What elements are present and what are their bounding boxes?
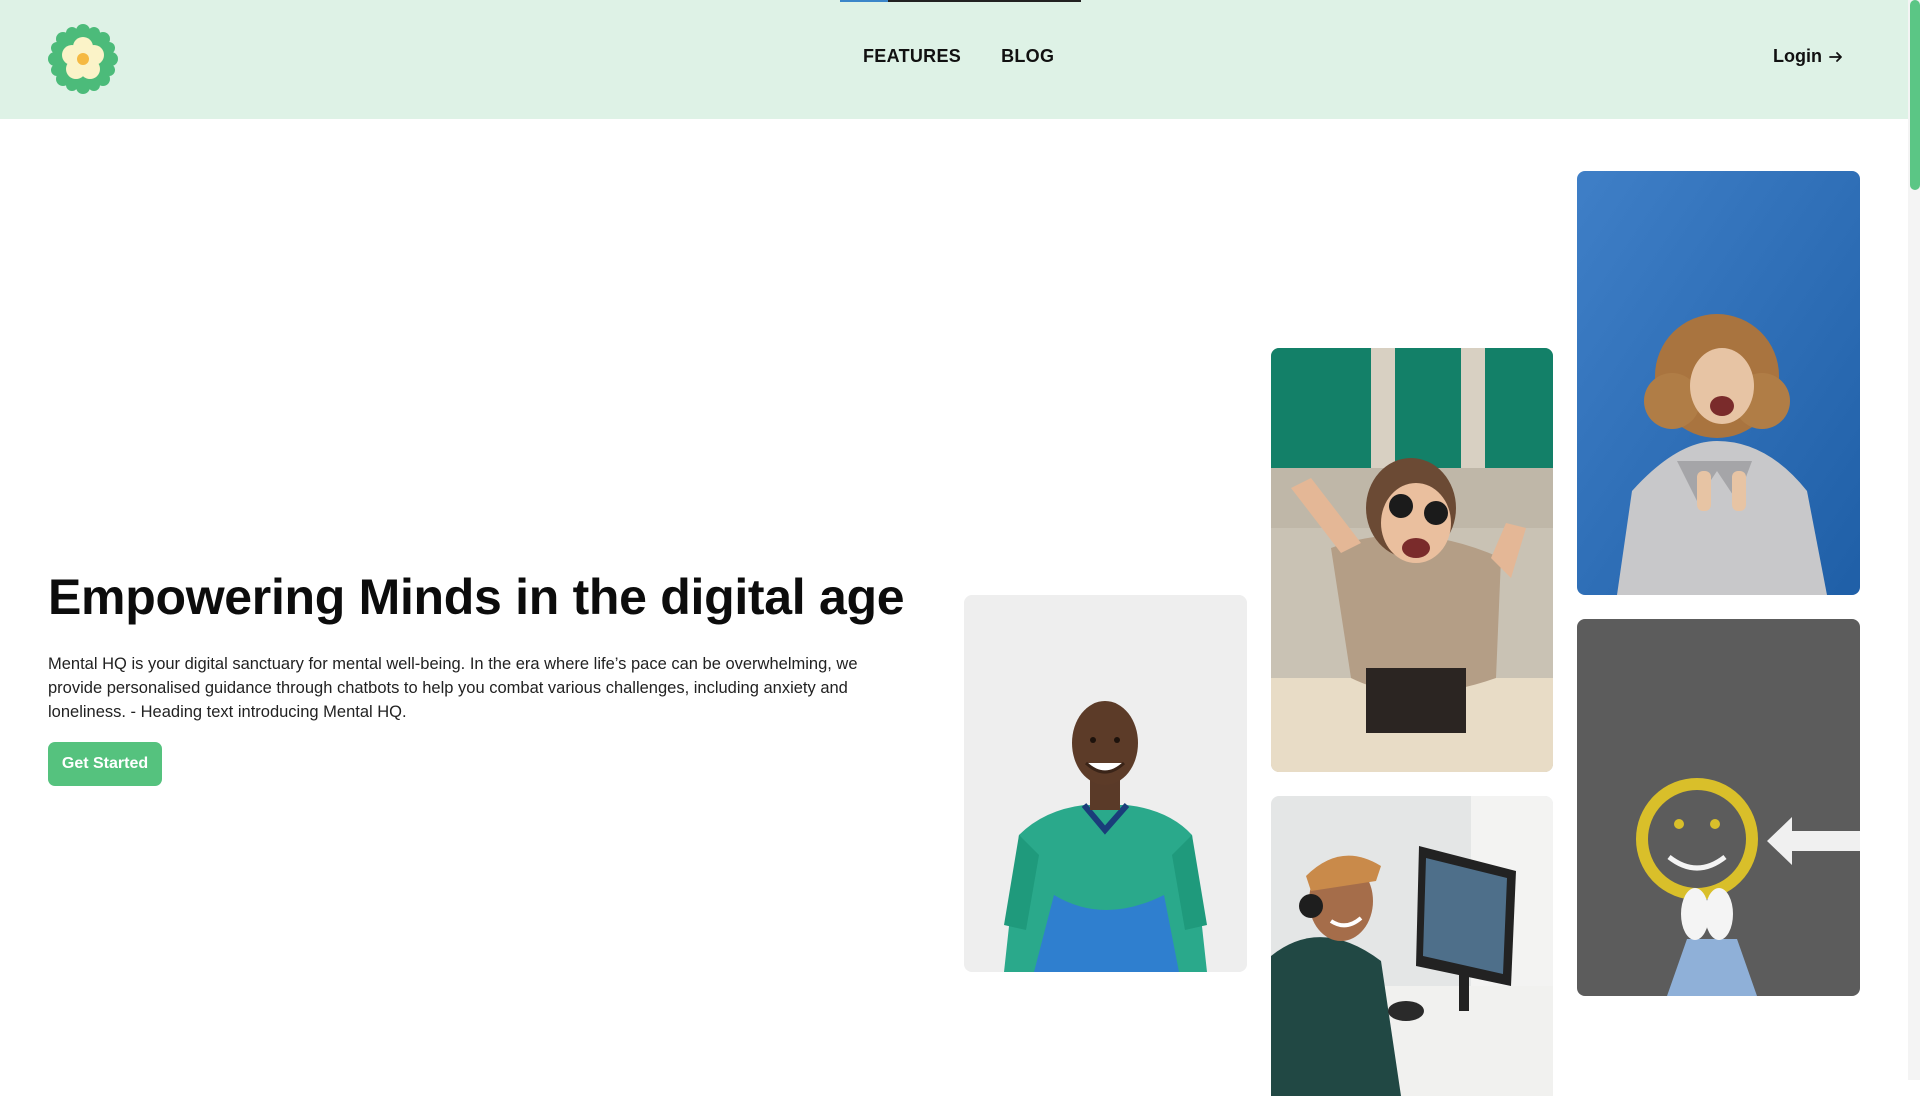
hero-description: Mental HQ is your digital sanctuary for … [48, 655, 858, 721]
photo-man-gaming [1271, 796, 1553, 1096]
photo-smiley-asphalt [1577, 619, 1860, 996]
photo-man-green-jersey [964, 595, 1247, 972]
page-scrollbar[interactable] [1908, 0, 1920, 1080]
main-nav: FEATURES BLOG [863, 46, 1054, 67]
arrow-right-icon [1829, 51, 1842, 62]
hero-title: Empowering Minds in the digital age [48, 569, 905, 625]
get-started-button[interactable]: Get Started [48, 742, 162, 786]
nav-link-blog[interactable]: BLOG [1001, 46, 1054, 67]
photo-woman-sunglasses [1271, 348, 1553, 772]
login-label: Login [1773, 46, 1822, 66]
top-progress-accent [840, 0, 888, 2]
scrollbar-thumb[interactable] [1910, 0, 1920, 190]
flower-icon[interactable] [48, 24, 118, 94]
top-progress-line [888, 0, 1081, 2]
site-header: FEATURES BLOG Login [0, 0, 1908, 119]
nav-link-features[interactable]: FEATURES [863, 46, 961, 67]
photo-woman-curly-hair [1577, 171, 1860, 595]
login-link[interactable]: Login [1773, 46, 1844, 67]
